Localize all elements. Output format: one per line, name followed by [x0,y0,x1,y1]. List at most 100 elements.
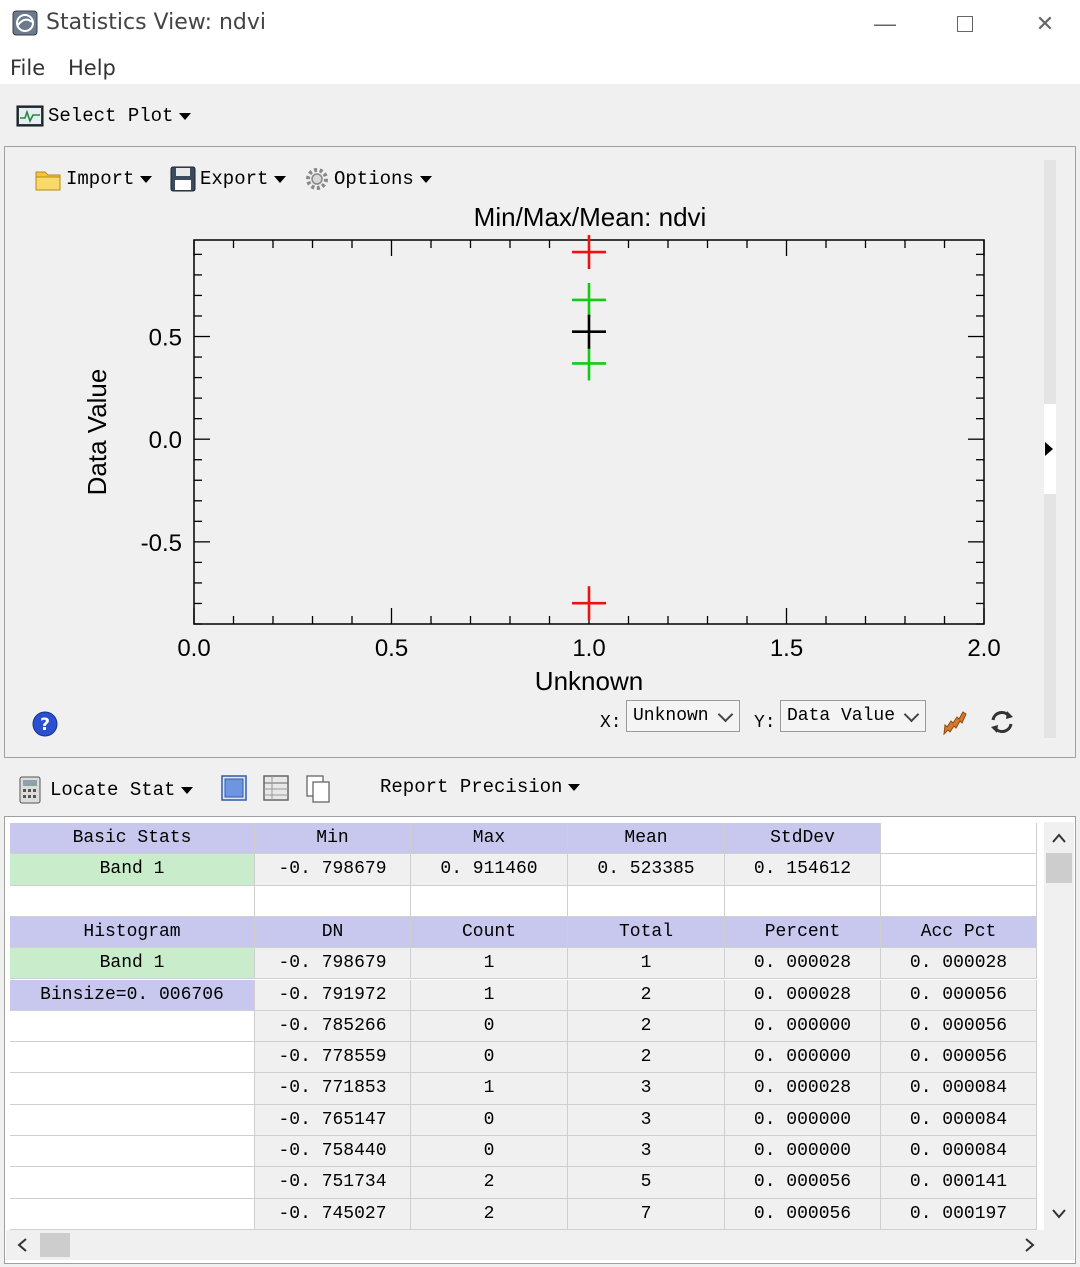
table-cell[interactable]: Band 1 [10,854,255,886]
table-cell[interactable] [881,885,1037,917]
table-cell[interactable]: 2 [411,1167,568,1199]
table-cell[interactable]: -0. 765147 [255,1104,411,1136]
close-button[interactable]: ✕ [1018,6,1072,42]
table-header-cell[interactable]: Percent [725,916,881,949]
plot-style-icon[interactable] [940,706,970,736]
table-cell[interactable] [411,885,568,917]
table-vertical-scrollbar[interactable] [1044,822,1074,1230]
table-row-label[interactable] [10,1104,255,1136]
table-cell[interactable]: 2 [568,1042,725,1074]
table-cell[interactable]: 0. 000084 [881,1104,1037,1136]
table-header-cell[interactable]: DN [255,916,411,949]
table-cell[interactable]: -0. 778559 [255,1042,411,1074]
scroll-right-icon[interactable] [1022,1236,1038,1254]
table-cell[interactable]: 3 [568,1073,725,1105]
table-row-label[interactable] [10,1073,255,1105]
table-vertical-scrollbar-thumb[interactable] [1046,853,1072,883]
table-cell[interactable]: 0. 000028 [725,979,881,1011]
table-cell[interactable]: 3 [568,1136,725,1168]
table-cell[interactable] [255,885,411,917]
options-button[interactable]: Options [304,166,432,192]
table-cell[interactable]: -0. 798679 [255,854,411,886]
table-row-label[interactable]: Binsize=0. 006706 [10,979,255,1011]
table-cell[interactable]: 3 [568,1104,725,1136]
table-cell[interactable]: 2 [411,1198,568,1230]
table-cell[interactable] [881,854,1037,886]
scroll-up-icon[interactable] [1050,830,1068,846]
table-cell[interactable] [10,885,255,917]
menu-help[interactable]: Help [68,56,116,80]
table-horizontal-scrollbar-thumb[interactable] [40,1233,70,1257]
table-cell[interactable]: 1 [411,979,568,1011]
window-view-icon[interactable] [220,774,248,802]
table-horizontal-scrollbar[interactable] [6,1230,1074,1260]
table-cell[interactable]: 0. 000028 [725,948,881,980]
table-cell[interactable]: 0. 000028 [881,948,1037,980]
table-cell[interactable]: 0. 154612 [725,854,881,886]
table-cell[interactable]: -0. 791972 [255,979,411,1011]
table-cell[interactable]: 0 [411,1104,568,1136]
table-cell[interactable]: 0. 000084 [881,1073,1037,1105]
table-header-cell[interactable]: Min [255,823,411,855]
table-row-label[interactable] [10,1136,255,1168]
table-cell[interactable] [725,885,881,917]
table-cell[interactable]: -0. 785266 [255,1010,411,1043]
table-cell[interactable]: 0. 000000 [725,1010,881,1043]
table-cell[interactable]: 0. 000056 [881,1010,1037,1043]
select-plot-button[interactable]: Select Plot [16,104,192,128]
table-header-cell[interactable]: Max [411,823,568,855]
table-cell[interactable]: 0. 000000 [725,1136,881,1168]
table-header-cell[interactable]: StdDev [725,823,881,855]
copy-icon[interactable] [304,774,332,804]
table-cell[interactable] [568,885,725,917]
table-row-label[interactable]: Band 1 [10,948,255,980]
table-cell[interactable]: 0 [411,1042,568,1074]
table-cell[interactable]: 0. 911460 [411,854,568,886]
table-cell[interactable]: 0. 000028 [725,1073,881,1105]
table-cell[interactable]: 0. 000141 [881,1167,1037,1199]
table-cell[interactable]: 2 [568,979,725,1011]
table-cell[interactable]: 0 [411,1136,568,1168]
table-cell[interactable]: 0 [411,1010,568,1043]
table-cell[interactable]: 2 [568,1010,725,1043]
scroll-left-icon[interactable] [14,1236,30,1254]
table-cell[interactable]: -0. 745027 [255,1198,411,1230]
table-cell[interactable]: 0. 000056 [725,1167,881,1199]
table-row-label[interactable] [10,1042,255,1074]
table-header-cell[interactable] [881,823,1037,855]
table-cell[interactable]: -0. 771853 [255,1073,411,1105]
menu-file[interactable]: File [10,56,45,80]
table-cell[interactable]: 0. 000197 [881,1198,1037,1230]
table-header-cell[interactable]: Count [411,916,568,949]
expand-right-icon[interactable] [1043,440,1055,458]
table-cell[interactable]: -0. 798679 [255,948,411,980]
table-header-cell[interactable]: Mean [568,823,725,855]
help-icon[interactable]: ? [32,711,58,737]
table-row-label[interactable] [10,1167,255,1199]
table-row-label[interactable] [10,1010,255,1043]
scroll-down-icon[interactable] [1050,1206,1068,1222]
minimize-button[interactable]: — [858,6,912,42]
table-cell[interactable]: 5 [568,1167,725,1199]
table-cell[interactable]: -0. 751734 [255,1167,411,1199]
report-precision-button[interactable]: Report Precision [380,776,581,798]
table-cell[interactable]: 1 [568,948,725,980]
table-cell[interactable]: 1 [411,948,568,980]
table-cell[interactable]: 1 [411,1073,568,1105]
table-cell[interactable]: 0. 000000 [725,1104,881,1136]
table-cell[interactable]: 7 [568,1198,725,1230]
x-axis-select[interactable]: Unknown [626,700,740,732]
table-cell[interactable]: 0. 000084 [881,1136,1037,1168]
table-header-cell[interactable]: Acc Pct [881,916,1037,949]
table-header-cell[interactable]: Histogram [10,916,255,949]
table-cell[interactable]: 0. 523385 [568,854,725,886]
export-button[interactable]: Export [170,166,287,192]
refresh-icon[interactable] [988,708,1016,736]
y-axis-select[interactable]: Data Value [780,700,926,732]
table-header-cell[interactable]: Basic Stats [10,823,255,855]
table-row-label[interactable] [10,1198,255,1230]
table-header-cell[interactable]: Total [568,916,725,949]
locate-stat-button[interactable]: Locate Stat [18,776,194,804]
table-cell[interactable]: 0. 000056 [725,1198,881,1230]
table-cell[interactable]: 0. 000000 [725,1042,881,1074]
